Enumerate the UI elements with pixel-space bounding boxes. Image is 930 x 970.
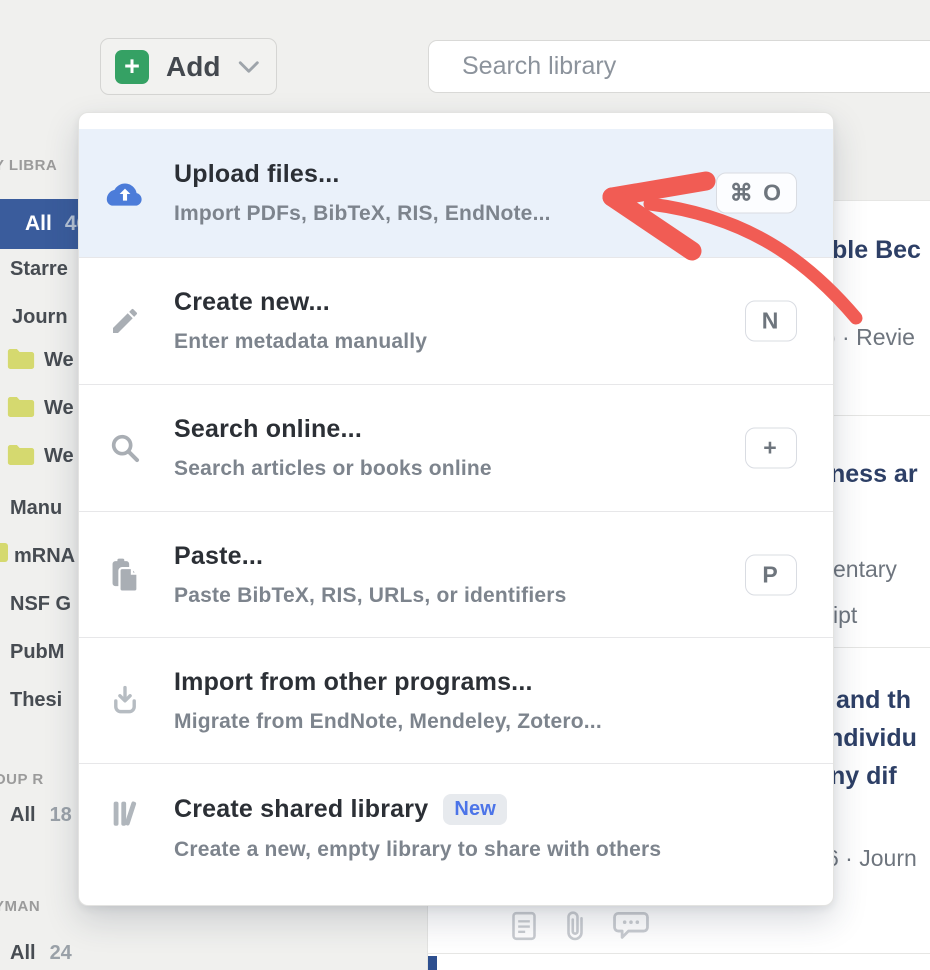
sidebar-item-group-all[interactable]: All18: [10, 804, 72, 827]
search-icon: [106, 429, 144, 467]
new-badge: New: [443, 794, 507, 825]
list-divider: [428, 953, 930, 954]
folder-icon: [6, 442, 36, 468]
search-input[interactable]: [428, 40, 930, 93]
sidebar-item-pubmed[interactable]: PubM: [10, 641, 64, 664]
pencil-icon: [106, 302, 144, 340]
shortcut-badge: +: [745, 428, 797, 469]
add-button-label: Add: [166, 51, 220, 83]
sidebar-item-nsf-grant[interactable]: NSF G: [10, 593, 71, 616]
shortcut-badge: P: [745, 554, 797, 595]
menu-item-title: Paste...: [174, 542, 567, 571]
paper-meta-fragment: 6 · Journ: [826, 845, 917, 872]
menu-item-import-programs[interactable]: Import from other programs... Migrate fr…: [79, 637, 833, 763]
plus-icon: +: [115, 50, 149, 84]
paper-title-fragment[interactable]: ness ar: [830, 460, 918, 489]
next-row-selection-bar: [428, 956, 437, 970]
menu-item-title: Import from other programs...: [174, 668, 602, 697]
menu-item-title: Create new...: [174, 288, 427, 317]
sidebar-section-group: OUP R: [0, 771, 44, 788]
menu-item-title: Search online...: [174, 415, 492, 444]
sidebar-item-thesis[interactable]: Thesi: [10, 689, 62, 712]
chevron-down-icon: [236, 57, 262, 77]
paper-meta-fragment: ) · Revie: [828, 324, 915, 351]
library-books-icon: [106, 794, 144, 832]
comment-icon[interactable]: [612, 909, 650, 943]
menu-item-title: Create shared library: [174, 795, 428, 824]
add-button[interactable]: + Add: [100, 38, 277, 95]
clipboard-icon: [106, 556, 144, 594]
cloud-upload-icon: [106, 174, 144, 212]
sidebar-item-label: All: [25, 212, 52, 236]
sidebar-item-count: 18: [50, 804, 72, 826]
menu-item-subtitle: Migrate from EndNote, Mendeley, Zotero..…: [174, 710, 602, 734]
menu-item-create-new[interactable]: Create new... Enter metadata manually N: [79, 257, 833, 384]
menu-item-create-shared-library[interactable]: Create shared library New Create a new, …: [79, 763, 833, 906]
folder-icon: [6, 346, 36, 372]
folder-icon: [6, 394, 36, 420]
sidebar-item-lab-all[interactable]: All24: [10, 942, 72, 965]
menu-item-search-online[interactable]: Search online... Search articles or book…: [79, 384, 833, 511]
menu-top-spacer: [79, 113, 833, 129]
paper-row-indicators: [510, 908, 650, 944]
sidebar-item-folder[interactable]: We: [0, 394, 90, 428]
menu-item-subtitle: Create a new, empty library to share wit…: [174, 838, 661, 862]
sidebar-section-lab: YMAN: [0, 898, 40, 915]
menu-item-subtitle: Search articles or books online: [174, 457, 492, 481]
add-dropdown-menu: Upload files... Import PDFs, BibTeX, RIS…: [78, 112, 834, 906]
paperclip-icon[interactable]: [562, 908, 588, 944]
menu-item-subtitle: Paste BibTeX, RIS, URLs, or identifiers: [174, 584, 567, 608]
paper-title-fragment[interactable]: ndividu: [828, 724, 917, 753]
menu-item-title: Upload files...: [174, 160, 551, 189]
label-chip-icon: [0, 543, 8, 562]
menu-item-upload-files[interactable]: Upload files... Import PDFs, BibTeX, RIS…: [79, 129, 833, 257]
menu-item-subtitle: Import PDFs, BibTeX, RIS, EndNote...: [174, 202, 551, 226]
sidebar-item-folder[interactable]: We: [0, 442, 90, 476]
sidebar-item-journal[interactable]: Journ: [12, 306, 68, 329]
paper-title-fragment[interactable]: ble Bec: [832, 236, 921, 265]
shortcut-badge: N: [745, 301, 797, 342]
shortcut-badge: ⌘ O: [716, 173, 797, 214]
sidebar-section-my-library: Y LIBRA: [0, 157, 57, 174]
paper-meta-fragment: entary: [833, 556, 897, 583]
sidebar-item-count: 24: [50, 942, 72, 964]
paper-title-fragment[interactable]: and th: [836, 686, 911, 715]
paper-meta-fragment: ipt: [833, 602, 857, 629]
paper-title-fragment[interactable]: ny dif: [830, 762, 897, 791]
sidebar-item-mrna[interactable]: mRNA: [0, 543, 90, 573]
menu-item-subtitle: Enter metadata manually: [174, 330, 427, 354]
download-tray-icon: [106, 682, 144, 720]
notes-icon[interactable]: [510, 909, 538, 943]
sidebar-item-starred[interactable]: Starre: [10, 258, 68, 281]
menu-item-paste[interactable]: Paste... Paste BibTeX, RIS, URLs, or ide…: [79, 511, 833, 637]
sidebar-item-folder[interactable]: We: [0, 346, 90, 380]
sidebar-item-manuscripts[interactable]: Manu: [10, 497, 62, 520]
